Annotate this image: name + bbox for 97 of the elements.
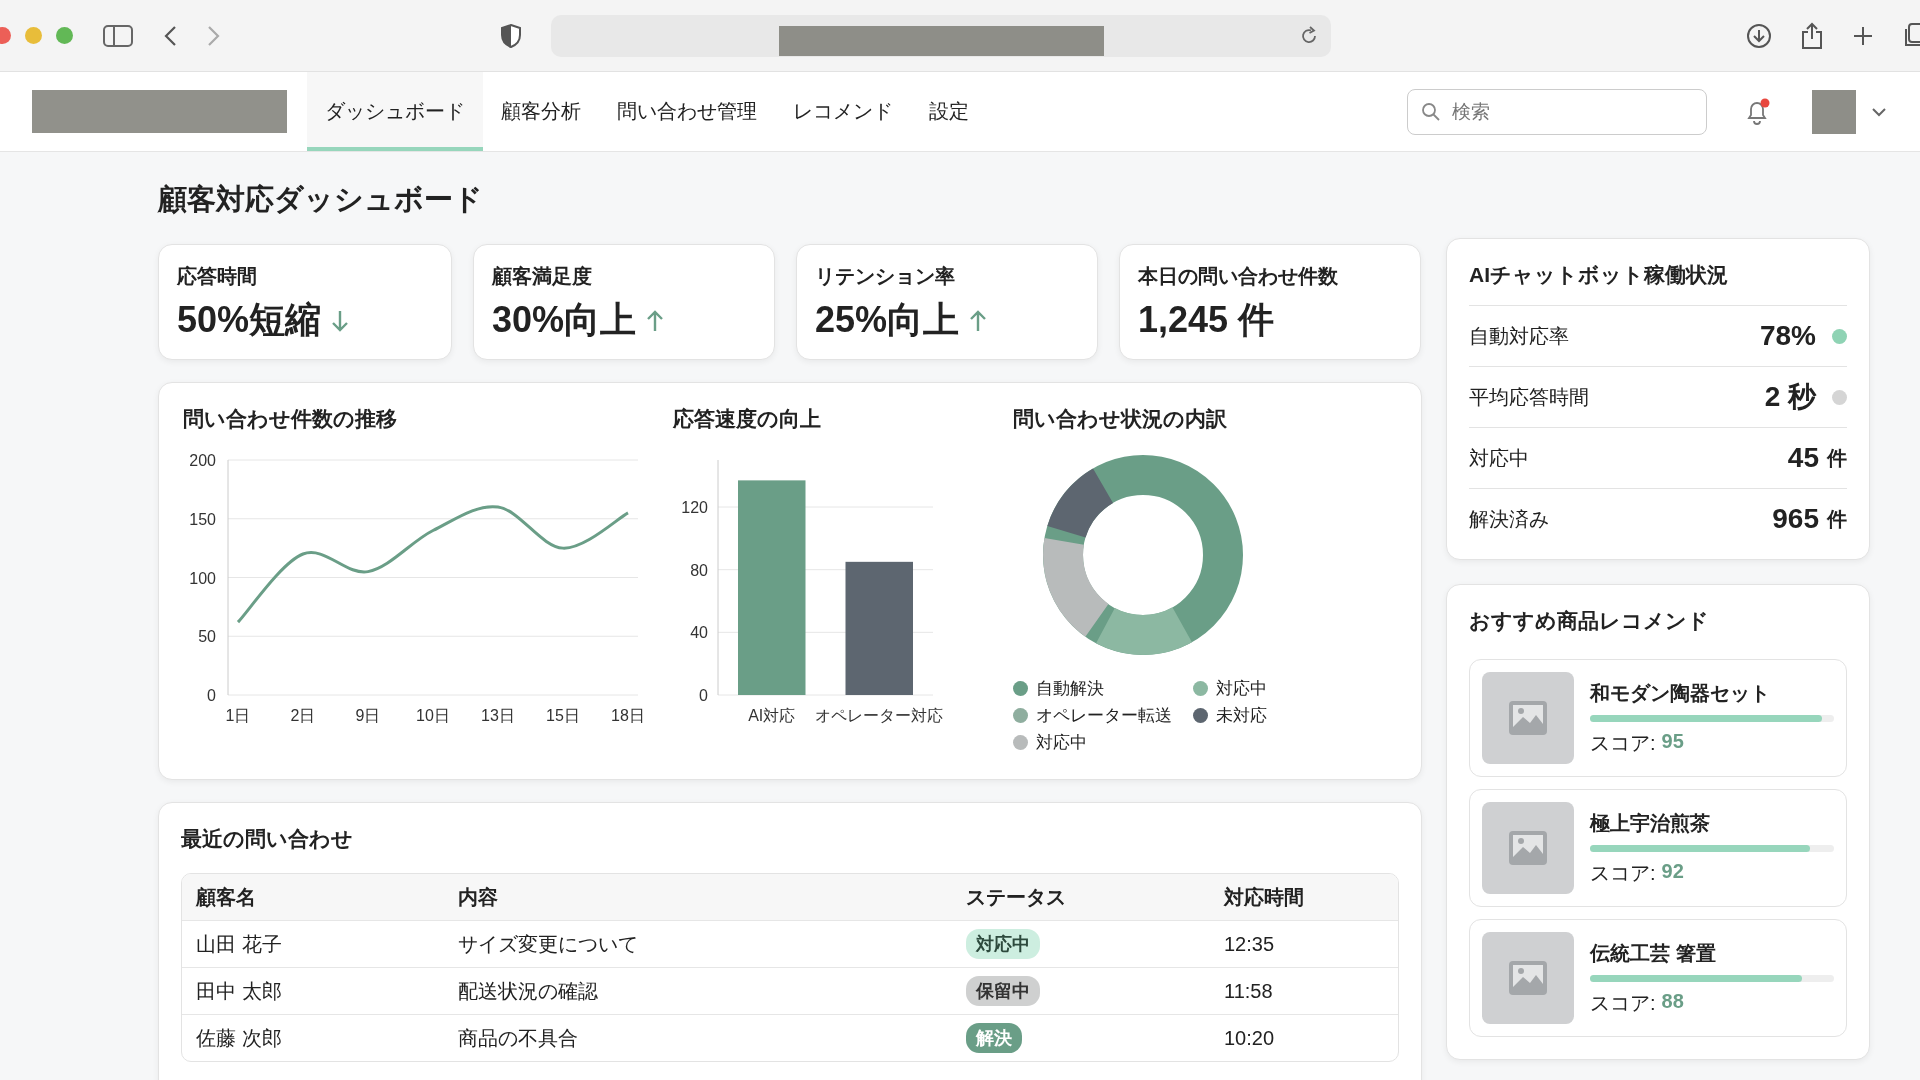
shield-icon[interactable]	[501, 23, 521, 48]
reload-icon[interactable]	[1299, 25, 1319, 46]
axis-tick-label: 9日	[355, 707, 381, 724]
status-badge: 保留中	[966, 976, 1040, 1006]
axis-tick-label: 40	[690, 624, 708, 642]
legend-label: 未対応	[1216, 705, 1267, 727]
column-header: 対応時間	[1224, 884, 1305, 910]
stat-unit: 件	[1827, 506, 1847, 532]
score-label: スコア:	[1590, 990, 1656, 1016]
image-icon	[1508, 960, 1548, 996]
table-cell-text: 田中 太郎	[196, 978, 283, 1004]
product-card[interactable]: 極上宇治煎茶 スコア: 92	[1469, 789, 1847, 907]
legend-label: 対応中	[1036, 732, 1087, 754]
page-title: 顧客対応ダッシュボード	[158, 182, 484, 217]
table-cell-text: 10:20	[1224, 1026, 1276, 1050]
axis-tick-label: 2日	[290, 707, 316, 724]
axis-tick-label: AI対応	[748, 707, 796, 724]
table-cell-text: 12:35	[1224, 932, 1276, 956]
product-name: 伝統工芸 箸置	[1590, 940, 1717, 966]
table-cell-text: 商品の不具合	[458, 1025, 579, 1051]
chart-title: 応答速度の向上	[673, 406, 822, 432]
axis-tick-label: 18日	[611, 707, 645, 724]
axis-tick-label: 0	[699, 687, 708, 704]
score-value: 95	[1661, 729, 1684, 754]
nav-tab[interactable]: 問い合わせ管理	[599, 72, 775, 151]
status-badge: 解決	[966, 1023, 1022, 1053]
sidebar-icon[interactable]	[103, 24, 133, 47]
image-icon	[1508, 830, 1548, 866]
table-cell-text: サイズ変更について	[458, 931, 639, 957]
table-cell-text: 配送状況の確認	[458, 978, 599, 1004]
address-bar[interactable]	[551, 14, 1331, 57]
score-label: スコア:	[1590, 860, 1656, 886]
stat-value: 45	[1787, 442, 1819, 474]
column-header: 顧客名	[196, 884, 257, 910]
share-icon[interactable]	[1800, 21, 1824, 50]
stat-label: 平均応答時間	[1469, 384, 1589, 410]
kpi-value: 30%向上	[492, 298, 637, 342]
nav-tab[interactable]: レコメンド	[775, 72, 911, 151]
chevron-down-icon[interactable]	[1870, 105, 1888, 118]
table-cell-text: 佐藤 次郎	[196, 1025, 283, 1051]
search-icon	[1421, 101, 1441, 122]
table-cell-text: 11:58	[1224, 979, 1274, 1003]
axis-tick-label: 1日	[225, 707, 251, 724]
axis-tick-label: 50	[198, 628, 216, 646]
image-icon	[1508, 700, 1548, 736]
axis-tick-label: オペレーター対応	[815, 707, 944, 724]
kpi-label: 応答時間	[177, 264, 258, 289]
table-cell-text: 山田 花子	[196, 931, 283, 957]
tabs-icon[interactable]	[1902, 22, 1920, 49]
legend-label: オペレーター転送	[1036, 705, 1172, 727]
nav-tab[interactable]: 顧客分析	[483, 72, 599, 151]
axis-tick-label: 120	[681, 499, 708, 516]
nav-tab[interactable]: 設定	[911, 72, 987, 151]
avatar-placeholder[interactable]	[1812, 89, 1856, 134]
new-tab-icon[interactable]	[1852, 24, 1874, 47]
kpi-label: 本日の問い合わせ件数	[1138, 264, 1339, 289]
axis-tick-label: 10日	[416, 707, 450, 724]
kpi-label: 顧客満足度	[492, 264, 593, 289]
column-header: ステータス	[966, 884, 1067, 910]
stat-value: 965	[1772, 503, 1819, 535]
axis-tick-label: 13日	[481, 707, 515, 724]
nav-tab[interactable]: ダッシュボード	[307, 72, 483, 151]
stat-value: 78%	[1759, 320, 1816, 352]
section-title: AIチャットボット稼働状況	[1469, 262, 1729, 288]
column-header: 内容	[458, 884, 499, 910]
product-card[interactable]: 伝統工芸 箸置 スコア: 88	[1469, 919, 1847, 1037]
stat-label: 自動対応率	[1469, 323, 1569, 349]
chart-title: 問い合わせ件数の推移	[183, 406, 398, 432]
score-label: スコア:	[1590, 730, 1656, 756]
stat-label: 対応中	[1469, 445, 1529, 471]
axis-tick-label: 15日	[546, 707, 580, 724]
product-card[interactable]: 和モダン陶器セット スコア: 95	[1469, 659, 1847, 777]
axis-tick-label: 80	[690, 561, 708, 579]
kpi-value: 50%短縮	[177, 298, 322, 342]
axis-tick-label: 0	[207, 687, 216, 704]
back-icon[interactable]	[163, 24, 177, 47]
kpi-label: リテンション率	[815, 264, 956, 289]
score-value: 88	[1661, 989, 1684, 1014]
axis-tick-label: 200	[189, 452, 216, 469]
legend-label: 対応中	[1216, 678, 1267, 700]
stat-label: 解決済み	[1469, 506, 1549, 532]
section-title: 最近の問い合わせ	[181, 827, 353, 850]
section-title: おすすめ商品レコメンド	[1469, 608, 1710, 634]
product-name: 極上宇治煎茶	[1590, 810, 1711, 836]
axis-tick-label: 150	[189, 510, 216, 528]
chart-title: 問い合わせ状況の内訳	[1013, 406, 1227, 432]
stat-value: 2 秒	[1764, 380, 1816, 414]
kpi-value: 25%向上	[815, 298, 960, 342]
score-value: 92	[1661, 859, 1684, 884]
download-icon[interactable]	[1746, 22, 1772, 49]
search-field[interactable]: 検索	[1407, 88, 1707, 135]
legend-label: 自動解決	[1036, 678, 1104, 700]
product-name: 和モダン陶器セット	[1590, 680, 1771, 706]
stat-unit: 件	[1827, 445, 1847, 471]
kpi-value: 1,245 件	[1138, 298, 1275, 342]
axis-tick-label: 100	[189, 569, 216, 587]
status-badge: 対応中	[966, 929, 1040, 959]
